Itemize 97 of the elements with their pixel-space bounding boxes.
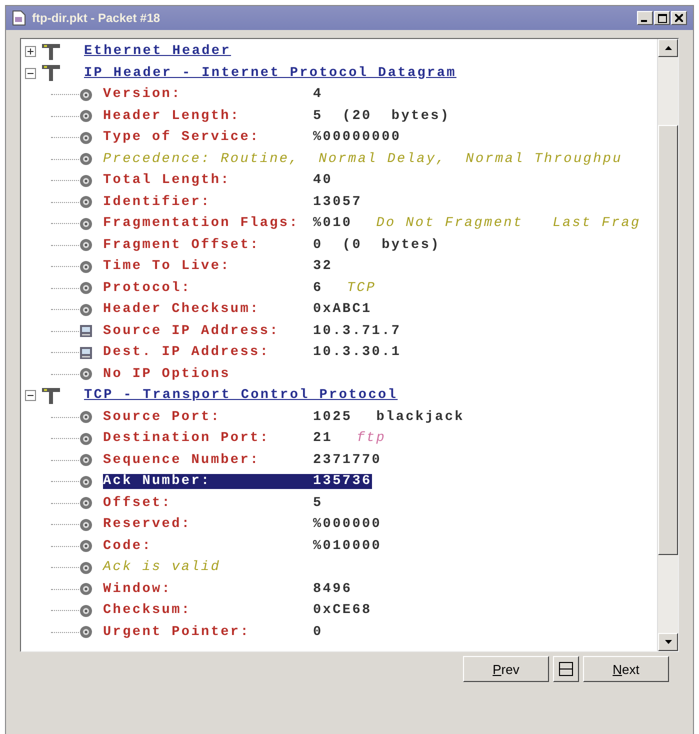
gear-icon [79,260,93,274]
computer-icon [79,346,93,360]
minimize-button[interactable] [637,11,653,25]
gear-icon [79,604,93,618]
field-value: 40 [313,173,333,188]
gear-icon [79,174,93,188]
field-value: 8496 [313,582,352,597]
split-view-icon [559,662,573,676]
close-icon [675,14,683,22]
computer-icon [79,324,93,338]
field-value: 6 [313,280,323,296]
section-header[interactable]: TCP - Transport Control Protocol [84,388,398,404]
gear-icon [79,582,93,596]
field-label[interactable]: Sequence Number: [103,452,313,468]
field-value: 135736 [313,474,372,490]
field-value: 2371770 [313,452,382,468]
gear-icon [79,281,93,296]
gear-icon [79,367,93,382]
field-label[interactable]: Total Length: [103,173,313,188]
field-value: 4 [313,87,323,102]
field-note: Do Not Fragment Last Frag [376,216,641,232]
field-value: 5 [313,496,323,511]
gear-icon [79,130,93,145]
field-value: 0 [313,624,323,640]
gear-icon [79,518,93,532]
field-value: 21 [313,431,333,446]
field-label[interactable]: Checksum: [103,603,313,618]
field-note: TCP [346,280,376,296]
field-label[interactable]: Ack Number: [103,474,313,490]
network-node-icon [40,386,62,406]
field-value: 32 [313,259,333,274]
field-label[interactable]: Destination Port: [103,431,313,446]
field-label[interactable]: Time To Live: [103,259,313,274]
field-label[interactable]: Code: [103,538,313,554]
gear-icon [79,474,93,489]
field-note: ftp [356,431,386,446]
field-label[interactable]: Type of Service: [103,130,313,146]
field-label[interactable]: Urgent Pointer: [103,624,313,640]
gear-icon [79,410,93,424]
field-note: blackjack [376,410,464,425]
scrollbar[interactable] [657,39,678,651]
field-value: %00000000 [313,130,402,146]
field-label[interactable]: Window: [103,582,313,597]
network-node-icon [40,63,62,84]
gear-icon [79,88,93,102]
field-value: %000000 [313,517,382,532]
collapse-icon[interactable] [25,68,36,79]
field-label[interactable]: Identifier: [103,194,313,210]
collapse-icon[interactable] [25,390,36,402]
field-value: 0xABC1 [313,302,372,318]
field-value: %010 [313,216,352,232]
gear-icon [79,109,93,124]
field-label[interactable]: Source Port: [103,410,313,425]
gear-icon [79,238,93,252]
field-label[interactable]: Header Checksum: [103,302,313,318]
gear-icon [79,453,93,468]
field-value: 1025 [313,410,352,425]
prev-button[interactable]: Prev [463,656,549,682]
maximize-button[interactable] [654,11,670,25]
window-title: ftp-dir.pkt - Packet #18 [32,11,160,25]
field-label[interactable]: Dest. IP Address: [103,345,313,360]
field-label[interactable]: Version: [103,87,313,102]
field-value: 5 (20 bytes) [313,108,450,124]
field-value: 13057 [313,194,362,210]
field-label[interactable]: Source IP Address: [103,324,313,339]
section-header[interactable]: Ethernet Header [84,44,232,60]
field-value: 10.3.30.1 [313,345,402,360]
field-value: 10.3.71.7 [313,324,402,339]
field-label[interactable]: Reserved: [103,517,313,532]
next-button[interactable]: Next [583,656,669,682]
field-value: %010000 [313,538,382,554]
field-label[interactable]: Fragmentation Flags: [103,216,313,232]
scroll-down-icon[interactable] [658,633,678,651]
field-label[interactable]: Protocol: [103,280,313,296]
gear-icon [79,195,93,210]
section-header[interactable]: IP Header - Internet Protocol Datagram [84,66,456,81]
network-node-icon [40,42,62,62]
close-button[interactable] [671,11,687,25]
gear-icon [79,625,93,640]
expand-icon[interactable] [25,46,36,58]
gear-icon [79,302,93,317]
field-label[interactable]: No IP Options [103,366,313,382]
field-value: 0 (0 bytes) [313,238,440,253]
gear-icon [79,432,93,446]
gear-icon [79,216,93,231]
maximize-icon [658,14,666,22]
scroll-up-icon[interactable] [658,39,678,57]
gear-icon [79,152,93,166]
gear-icon [79,539,93,554]
gear-icon [79,496,93,510]
split-view-button[interactable] [553,656,579,682]
field-label[interactable]: Offset: [103,496,313,511]
gear-icon [79,560,93,575]
field-label[interactable]: Header Length: [103,108,313,124]
field-label[interactable]: Fragment Offset: [103,238,313,253]
field-value: 0xCE68 [313,603,372,618]
document-icon [12,10,26,26]
